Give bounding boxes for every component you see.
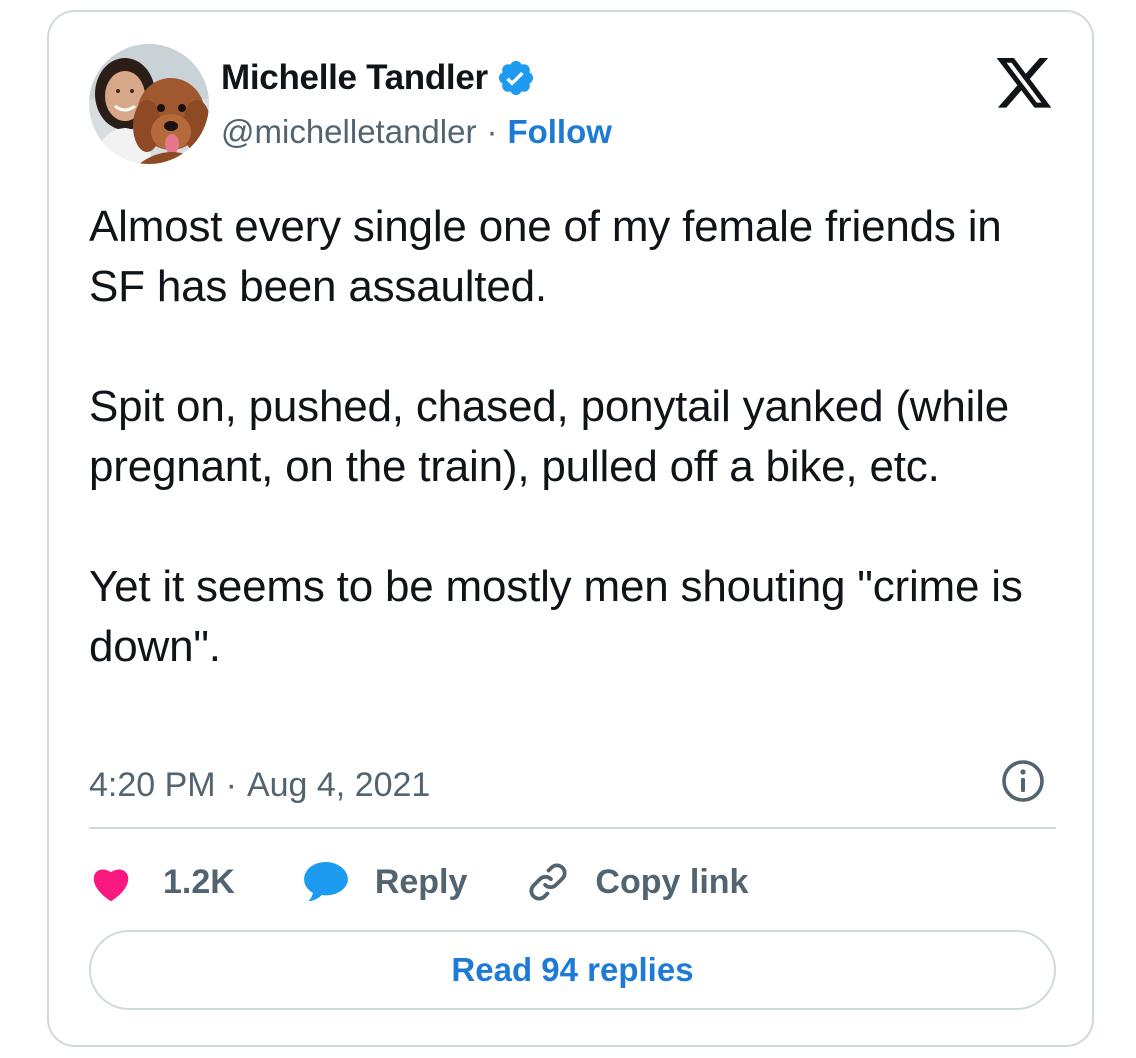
verified-badge-icon	[496, 58, 536, 98]
x-logo-icon[interactable]	[996, 58, 1054, 110]
copy-link-button[interactable]: Copy link	[525, 859, 748, 905]
tweet-date: Aug 4, 2021	[246, 765, 431, 804]
read-replies-button[interactable]: Read 94 replies	[89, 930, 1056, 1010]
link-icon	[529, 863, 567, 901]
info-icon[interactable]	[999, 757, 1047, 805]
reply-label: Reply	[374, 862, 468, 901]
tweet-actions: 1.2K Reply Copy link	[89, 852, 748, 912]
tweet-time: 4:20 PM	[89, 765, 216, 804]
tweet-paragraph: Almost every single one of my female fri…	[89, 202, 1002, 311]
tweet-card: Michelle Tandler @michelletandler · Foll…	[47, 10, 1094, 1047]
tweet-paragraph: Spit on, pushed, chased, ponytail yanked…	[89, 382, 1010, 491]
author-handle[interactable]: @michelletandler	[221, 113, 476, 151]
handle-separator: ·	[486, 113, 498, 150]
copy-link-label: Copy link	[595, 862, 749, 901]
author-name-row: Michelle Tandler	[221, 56, 536, 100]
profile-photo	[89, 44, 209, 164]
heart-icon	[93, 869, 129, 902]
read-replies-label: Read 94 replies	[451, 951, 694, 988]
author-display-name[interactable]: Michelle Tandler	[221, 58, 488, 98]
author-handle-row: @michelletandler · Follow	[221, 110, 612, 154]
tweet-paragraph: Yet it seems to be mostly men shouting "…	[89, 562, 1023, 671]
divider	[89, 827, 1056, 829]
reply-button[interactable]: Reply	[303, 862, 468, 902]
tweet-timestamp[interactable]: 4:20 PM · Aug 4, 2021	[89, 760, 430, 810]
avatar[interactable]	[89, 44, 209, 164]
like-count: 1.2K	[163, 862, 235, 901]
tweet-text: Almost every single one of my female fri…	[89, 197, 1049, 677]
follow-button[interactable]: Follow	[507, 113, 611, 151]
like-button[interactable]: 1.2K	[89, 862, 235, 902]
timestamp-separator: ·	[225, 765, 237, 804]
speech-bubble-icon	[303, 862, 348, 902]
